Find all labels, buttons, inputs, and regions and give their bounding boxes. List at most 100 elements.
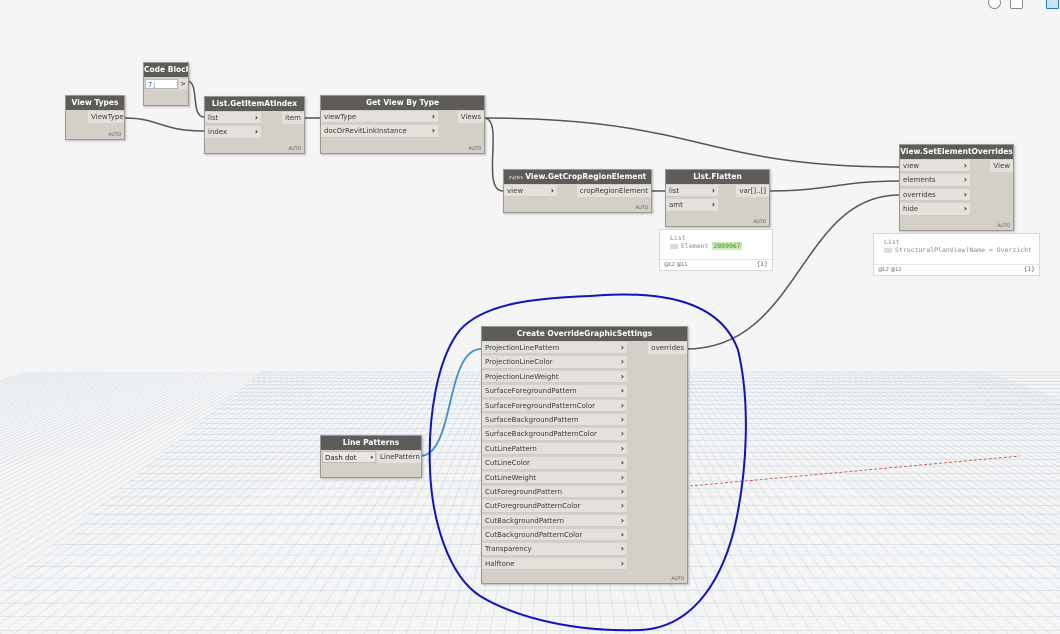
- input-port-viewtype[interactable]: viewType ›: [321, 111, 438, 124]
- line-pattern-dropdown[interactable]: Dash dot ▾: [322, 451, 376, 463]
- code-input[interactable]: 7;: [145, 79, 178, 89]
- input-port-overrides[interactable]: overrides ›: [900, 188, 970, 202]
- wire-flatten-to-elements[interactable]: [767, 180, 900, 192]
- chevron-right-icon: ›: [620, 558, 624, 568]
- input-port-doc[interactable]: docOrRevitLinkInstance ›: [321, 125, 438, 138]
- port-label: elements: [903, 176, 936, 185]
- chevron-right-icon: ›: [620, 515, 624, 525]
- zoom-icon[interactable]: [988, 0, 1001, 9]
- input-port-surfaceforegroundpatterncolor[interactable]: SurfaceForegroundPatternColor ›: [482, 399, 627, 412]
- port-label: amt: [669, 201, 683, 210]
- view-types-node[interactable]: View Types ViewType AUTO: [65, 95, 125, 140]
- get-item-at-index-node[interactable]: List.GetItemAtIndex list › item index › AU…: [204, 96, 305, 154]
- port-label: CutForegroundPatternColor: [485, 502, 581, 511]
- input-port-projectionlinecolor[interactable]: ProjectionLineColor ›: [482, 356, 627, 369]
- node-footer: AUTO: [997, 224, 1010, 229]
- input-row: CutLineWeight ›: [482, 471, 687, 485]
- port-label: SurfaceForegroundPattern: [485, 387, 577, 396]
- input-port-transparency[interactable]: Transparency ›: [482, 543, 627, 556]
- input-port-cutlineweight[interactable]: CutLineWeight ›: [482, 471, 627, 484]
- chevron-right-icon: ›: [963, 189, 967, 199]
- input-row: SurfaceBackgroundPattern ›: [482, 413, 687, 427]
- fit-icon[interactable]: [1010, 0, 1023, 9]
- port-label: CutForegroundPattern: [485, 487, 563, 496]
- chevron-right-icon: ›: [620, 386, 624, 396]
- node-title-text: View.GetCropRegionElement: [525, 172, 647, 181]
- create-override-graphic-settings-node[interactable]: Create OverrideGraphicSettings overrides…: [481, 326, 688, 584]
- input-port-index[interactable]: index ›: [205, 126, 261, 139]
- wire-views-to-overrides-view[interactable]: [483, 117, 900, 168]
- output-port-view[interactable]: View: [990, 160, 1013, 173]
- input-port-cutforegroundpattern[interactable]: CutForegroundPattern ›: [482, 485, 627, 499]
- output-port-item[interactable]: item: [282, 112, 304, 125]
- output-port-crop-region[interactable]: cropRegionElement: [576, 185, 651, 198]
- chevron-right-icon: ›: [620, 544, 624, 554]
- preview-list-label: List: [884, 238, 900, 246]
- input-port-cutbackgroundpattern[interactable]: CutBackgroundPattern ›: [482, 514, 627, 528]
- input-port-view[interactable]: view ›: [504, 185, 557, 198]
- layout-icon[interactable]: [1046, 0, 1059, 9]
- port-label: list: [208, 114, 219, 122]
- port-label: SurfaceBackgroundPattern: [485, 415, 579, 424]
- set-element-overrides-node[interactable]: View.SetElementOverrides view › View elem…: [899, 144, 1014, 231]
- input-row: SurfaceBackgroundPatternColor ›: [482, 427, 687, 441]
- input-row: SurfaceForegroundPatternColor ›: [482, 399, 687, 413]
- input-port-surfacebackgroundpattern[interactable]: SurfaceBackgroundPattern ›: [482, 413, 627, 427]
- code-block-node[interactable]: Code Block 7; >: [143, 62, 189, 106]
- preview-levels: @L2 @L1: [664, 262, 688, 268]
- input-port-hide[interactable]: hide ›: [900, 203, 970, 216]
- port-label: SurfaceBackgroundPatternColor: [485, 430, 597, 439]
- list-flatten-node[interactable]: List.Flatten list › var[]..[] amt › AUTO: [665, 169, 770, 227]
- input-port-amt[interactable]: amt ›: [666, 199, 718, 212]
- input-port-cutbackgroundpatterncolor[interactable]: CutBackgroundPatternColor ›: [482, 529, 627, 542]
- input-port-cutforegroundpatterncolor[interactable]: CutForegroundPatternColor ›: [482, 500, 627, 513]
- package-badge: rhythm: [508, 175, 524, 180]
- input-port-projectionlineweight[interactable]: ProjectionLineWeight ›: [482, 370, 627, 384]
- preview-count: {1}: [1023, 266, 1035, 273]
- node-footer: AUTO: [468, 147, 481, 152]
- input-row: ProjectionLinePattern ›: [482, 341, 687, 355]
- input-port-list[interactable]: list ›: [205, 112, 261, 125]
- wire-viewtype-to-index[interactable]: [123, 117, 205, 132]
- chevron-right-icon: ›: [620, 458, 624, 468]
- preview-element-label: Element: [681, 242, 709, 250]
- graph-canvas[interactable]: View Types ViewType AUTO Code Block 7; >…: [0, 0, 1060, 634]
- input-port-halftone[interactable]: Halftone ›: [482, 557, 627, 571]
- chevron-right-icon: ›: [620, 429, 624, 439]
- input-port-elements[interactable]: elements ›: [900, 174, 970, 187]
- input-port-list[interactable]: list ›: [666, 185, 718, 198]
- chevron-right-icon: ›: [620, 501, 624, 511]
- output-port-linepattern[interactable]: LinePattern: [377, 451, 421, 464]
- input-row: CutLineColor ›: [482, 456, 687, 470]
- node-footer: AUTO: [635, 206, 648, 211]
- input-row: ProjectionLineWeight ›: [482, 370, 687, 384]
- node-footer: AUTO: [671, 577, 684, 582]
- wire-views-to-cropregion[interactable]: [483, 117, 504, 192]
- port-label: CutLineColor: [485, 459, 530, 468]
- input-row: CutForegroundPatternColor ›: [482, 499, 687, 513]
- preview-list-label: List: [670, 234, 686, 242]
- output-port-viewtype[interactable]: ViewType: [88, 111, 124, 124]
- output-port-code[interactable]: >: [179, 79, 187, 89]
- input-port-cutlinecolor[interactable]: CutLineColor ›: [482, 457, 627, 470]
- node-footer: AUTO: [108, 133, 121, 138]
- input-port-surfacebackgroundpatterncolor[interactable]: SurfaceBackgroundPatternColor ›: [482, 428, 627, 441]
- chevron-right-icon: ›: [431, 112, 435, 121]
- input-port-cutlinepattern[interactable]: CutLinePattern ›: [482, 442, 627, 456]
- output-port-var[interactable]: var[]..[]: [736, 185, 769, 198]
- chevron-right-icon: ›: [550, 186, 554, 195]
- get-crop-region-node[interactable]: rhythm View.GetCropRegionElement view › cr…: [503, 169, 652, 213]
- input-port-view[interactable]: view ›: [900, 160, 970, 173]
- dropdown-selected-value: Dash dot: [325, 454, 357, 462]
- chevron-right-icon: ›: [963, 161, 967, 170]
- caret-down-icon: ▾: [370, 455, 373, 461]
- preview-element-value: 2899967: [712, 242, 742, 250]
- wire-codeblock-to-list[interactable]: [186, 80, 205, 118]
- output-port-views[interactable]: Views: [457, 111, 484, 124]
- get-view-by-type-node[interactable]: Get View By Type viewType › Views docOrRe…: [320, 95, 485, 154]
- input-port-projectionlinepattern[interactable]: ProjectionLinePattern ›: [482, 342, 627, 355]
- line-patterns-node[interactable]: Line Patterns Dash dot ▾ LinePattern: [320, 435, 422, 478]
- input-port-surfaceforegroundpattern[interactable]: SurfaceForegroundPattern ›: [482, 385, 627, 398]
- chevron-right-icon: ›: [963, 204, 967, 214]
- wire-linepattern-to-projection[interactable]: [419, 348, 482, 457]
